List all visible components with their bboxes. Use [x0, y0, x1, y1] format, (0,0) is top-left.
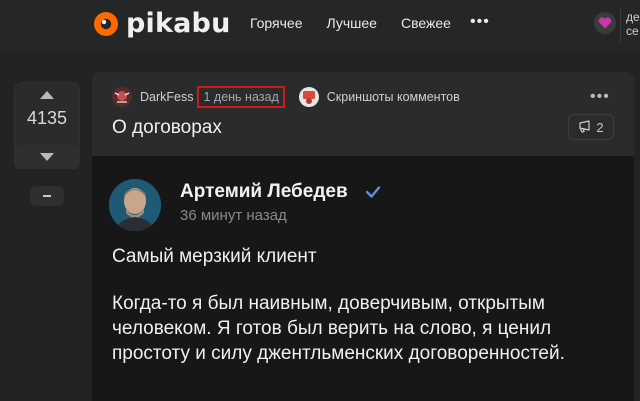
post-body: Когда-то я был наивным, доверчивым, откр… [112, 293, 565, 364]
post-heading: Самый мерзкий клиент [112, 246, 317, 267]
logo-text: pikabu [126, 8, 231, 39]
story-title[interactable]: О договорах [112, 117, 222, 139]
arrow-up-icon [40, 91, 54, 99]
post-author-name: Артемий Лебедев [180, 181, 348, 202]
author-avatar[interactable] [112, 87, 132, 107]
comments-count: 2 [596, 119, 604, 135]
nav-more-button[interactable]: ••• [470, 13, 490, 31]
nav-hot[interactable]: Горячее [250, 15, 303, 31]
comments-button[interactable]: 2 [568, 114, 614, 140]
vote-count: 4135 [26, 108, 68, 128]
vote-up-button[interactable] [14, 82, 80, 108]
pikabu-logo-icon [92, 10, 120, 38]
header-right-text[interactable]: де се [626, 10, 640, 38]
story-more-button[interactable]: ••• [590, 88, 610, 106]
nav-fresh[interactable]: Свежее [401, 15, 451, 31]
minus-icon [43, 195, 51, 197]
community-name[interactable]: Скриншоты комментов [327, 90, 460, 104]
community-avatar[interactable] [298, 87, 319, 107]
story-meta: DarkFess 1 день назад Скриншоты комменто… [112, 86, 460, 108]
vote-down-button[interactable] [14, 145, 80, 169]
nav-best[interactable]: Лучшее [327, 15, 377, 31]
hide-story-button[interactable] [30, 186, 64, 206]
arrow-down-icon [40, 153, 54, 161]
post-time: 36 минут назад [180, 207, 287, 224]
author-name[interactable]: DarkFess [140, 90, 193, 104]
verified-check-icon [364, 183, 382, 206]
story-time[interactable]: 1 день назад [197, 86, 285, 108]
comment-icon [579, 120, 590, 133]
pikabu-logo[interactable]: pikabu [92, 8, 231, 39]
heart-icon[interactable] [594, 12, 616, 34]
post-author-avatar [109, 179, 161, 231]
top-header: pikabu Горячее Лучшее Свежее ••• де се [0, 0, 640, 52]
main-nav: Горячее Лучшее Свежее [250, 15, 475, 31]
